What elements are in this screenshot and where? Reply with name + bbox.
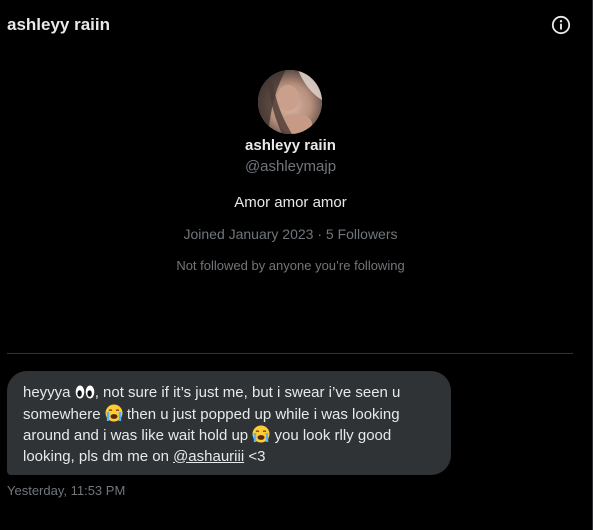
mention-link[interactable]: @ashauriii <box>173 448 244 465</box>
joined-date: Joined January 2023 <box>183 226 314 242</box>
message-text: somewhere <box>23 405 101 423</box>
followers-count[interactable]: 5 Followers <box>326 226 398 242</box>
dm-conversation-view: ashleyy raiin ashleyy raiin @ashleymajp … <box>0 0 593 530</box>
info-circle-icon <box>551 15 571 35</box>
message-text: around and i was like wait hold up <box>23 427 249 444</box>
profile-handle[interactable]: @ashleymajp <box>0 158 581 175</box>
crying-face-emoji <box>105 404 123 421</box>
meta-separator: · <box>317 226 323 242</box>
conversation-info-button[interactable] <box>549 13 573 37</box>
message-text: <3 <box>244 447 266 465</box>
section-divider <box>7 353 573 354</box>
profile-bio: Amor amor amor <box>234 194 347 211</box>
crying-face-emoji <box>252 425 270 443</box>
followed-by-note[interactable]: Not followed by anyone you’re following <box>0 258 581 273</box>
message-text: , not sure if it’s just me, but i swear … <box>94 384 401 401</box>
message-line-3: around and i was like wait hold up you l… <box>23 425 435 447</box>
message-timestamp: Yesterday, 11:53 PM <box>7 483 126 498</box>
message-line-2: somewhere then u just popped up while i … <box>23 404 435 426</box>
message-bubble[interactable]: heyyya , not sure if it’s just me, but i… <box>7 371 451 475</box>
profile-avatar[interactable] <box>258 70 322 134</box>
message-line-4: looking, pls dm me on @ashauriii <3 <box>23 447 435 468</box>
profile-meta: Joined January 2023 · 5 Followers <box>0 226 581 242</box>
message-line-1: heyyya , not sure if it’s just me, but i… <box>23 383 435 404</box>
conversation-title: ashleyy raiin <box>7 15 111 34</box>
eyes-emoji <box>75 385 95 399</box>
message-text: you look rlly good <box>274 427 392 444</box>
message-text: looking, pls dm me on <box>23 447 169 465</box>
profile-name[interactable]: ashleyy raiin <box>0 137 581 154</box>
avatar-photo <box>258 70 322 134</box>
message-text: heyyya <box>23 384 71 401</box>
conversation-header: ashleyy raiin <box>0 0 592 50</box>
message-text: then u just popped up while i was lookin… <box>126 405 400 423</box>
